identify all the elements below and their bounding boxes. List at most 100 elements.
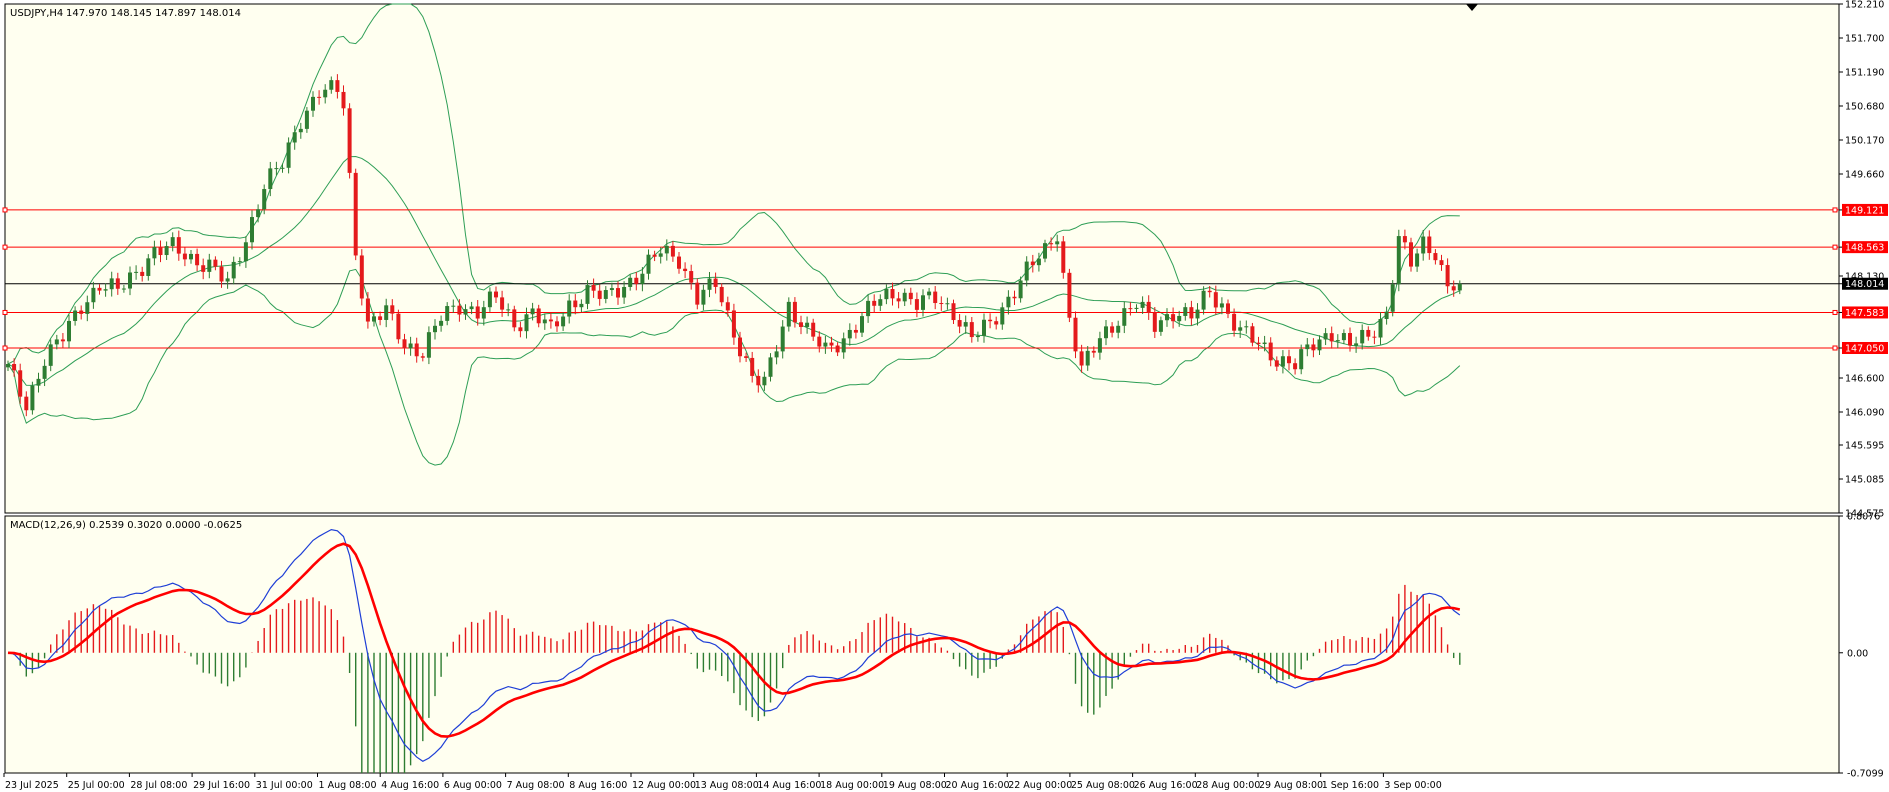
candle-body xyxy=(1073,317,1078,352)
candle[interactable] xyxy=(347,103,352,179)
price-tick-label: 151.190 xyxy=(1845,68,1884,79)
symbol-timeframe: USDJPY,H4 xyxy=(10,8,63,19)
candle-body xyxy=(6,364,10,368)
candle-body xyxy=(561,316,566,327)
candle[interactable] xyxy=(786,297,791,332)
candle-body xyxy=(1165,314,1169,321)
mt4-chart-window[interactable]: USDJPY,H4 147.970 148.145 147.897 148.01… xyxy=(0,0,1889,792)
candle-body xyxy=(896,298,901,302)
candle-body xyxy=(494,291,498,298)
candle-body xyxy=(799,322,803,327)
candle-body xyxy=(243,242,248,262)
candle-body xyxy=(982,319,986,336)
candle-body xyxy=(140,271,145,276)
candle-body xyxy=(30,385,35,411)
candle[interactable] xyxy=(1390,280,1395,317)
candle-body xyxy=(591,285,596,291)
candle-body xyxy=(195,253,200,266)
hline-handle-right[interactable] xyxy=(1832,207,1838,213)
time-tick-label: 25 Jul 00:00 xyxy=(68,780,125,791)
price-pane[interactable]: USDJPY,H4 147.970 148.145 147.897 148.01… xyxy=(2,0,1888,520)
candle-body xyxy=(1415,253,1420,267)
macd-pane[interactable]: MACD(12,26,9) 0.2539 0.3020 0.0000 -0.06… xyxy=(4,512,1884,780)
candle-body xyxy=(646,254,651,274)
candle-body xyxy=(1116,325,1121,333)
candle-body xyxy=(555,321,559,327)
candle-body xyxy=(286,142,291,168)
price-tick-label: 149.121 xyxy=(1845,205,1884,216)
candle-body xyxy=(811,322,816,337)
macd-plot-area[interactable] xyxy=(4,515,1840,774)
candle-body xyxy=(585,285,590,304)
candle[interactable] xyxy=(396,309,401,344)
candle-body xyxy=(500,297,505,310)
hline-handle-right[interactable] xyxy=(1832,309,1838,315)
candle-body xyxy=(439,320,444,326)
candle-body xyxy=(213,259,218,267)
candle-body xyxy=(1366,329,1371,337)
candle-body xyxy=(1171,314,1176,322)
candle[interactable] xyxy=(30,381,35,415)
candle-body xyxy=(738,337,742,357)
candle-body xyxy=(1329,333,1334,342)
candle-body xyxy=(1378,319,1383,338)
candle-body xyxy=(12,364,17,371)
candle[interactable] xyxy=(353,168,358,261)
candle-body xyxy=(908,292,913,300)
candle-body xyxy=(1226,303,1230,314)
candle-body xyxy=(701,289,706,305)
time-tick-label: 12 Aug 00:00 xyxy=(632,780,696,791)
hline-handle-left[interactable] xyxy=(2,345,8,351)
candle-body xyxy=(451,305,456,307)
candle[interactable] xyxy=(359,249,364,306)
macd-label: MACD(12,26,9) 0.2539 0.3020 0.0000 -0.06… xyxy=(10,520,242,531)
candle-body xyxy=(73,310,78,321)
candle-body xyxy=(652,254,657,257)
candle[interactable] xyxy=(1073,311,1078,359)
candle-body xyxy=(603,290,608,299)
candle-body xyxy=(1299,349,1304,370)
candle-body xyxy=(548,319,553,322)
candle-body xyxy=(670,245,675,257)
candle-body xyxy=(951,303,956,321)
candle-body xyxy=(1177,315,1182,322)
hline-handle-left[interactable] xyxy=(2,207,8,213)
candle-body xyxy=(1317,339,1322,351)
time-tick-label: 14 Aug 16:00 xyxy=(757,780,821,791)
candle[interactable] xyxy=(1067,268,1072,323)
candle-body xyxy=(579,303,584,308)
candle[interactable] xyxy=(1396,229,1401,292)
candle[interactable] xyxy=(1409,237,1413,272)
candle-body xyxy=(597,290,602,299)
candle-body xyxy=(786,301,791,327)
candle-body xyxy=(311,96,315,111)
candle-body xyxy=(372,316,376,322)
candle-body xyxy=(939,303,944,305)
candle-body xyxy=(1085,350,1090,366)
candle-body xyxy=(237,261,242,263)
candle-body xyxy=(1219,303,1224,308)
time-tick-label: 19 Aug 08:00 xyxy=(883,780,947,791)
candle-body xyxy=(1244,326,1249,328)
hline-handle-right[interactable] xyxy=(1832,345,1838,351)
time-tick-label: 1 Sep 16:00 xyxy=(1322,780,1379,791)
price-tick-label: 147.050 xyxy=(1845,344,1884,355)
candle-body xyxy=(115,278,120,289)
hline-handle-left[interactable] xyxy=(2,309,8,315)
candle[interactable] xyxy=(1061,236,1066,279)
price-plot-area[interactable] xyxy=(4,3,1840,514)
candle-body xyxy=(1238,327,1243,331)
candle-body xyxy=(1274,360,1279,367)
time-tick-label: 29 Aug 08:00 xyxy=(1259,780,1323,791)
candle-body xyxy=(530,308,535,315)
candle-body xyxy=(1006,296,1011,308)
candle-body xyxy=(1396,236,1401,285)
candle-body xyxy=(695,282,700,305)
hline-handle-right[interactable] xyxy=(1832,244,1838,250)
macd-tick-label: -0.7099 xyxy=(1847,769,1884,780)
hline-handle-left[interactable] xyxy=(2,244,8,250)
candle-body xyxy=(1097,338,1102,353)
time-tick-label: 28 Jul 08:00 xyxy=(130,780,187,791)
candle-body xyxy=(420,356,425,358)
time-tick-label: 25 Aug 08:00 xyxy=(1071,780,1135,791)
